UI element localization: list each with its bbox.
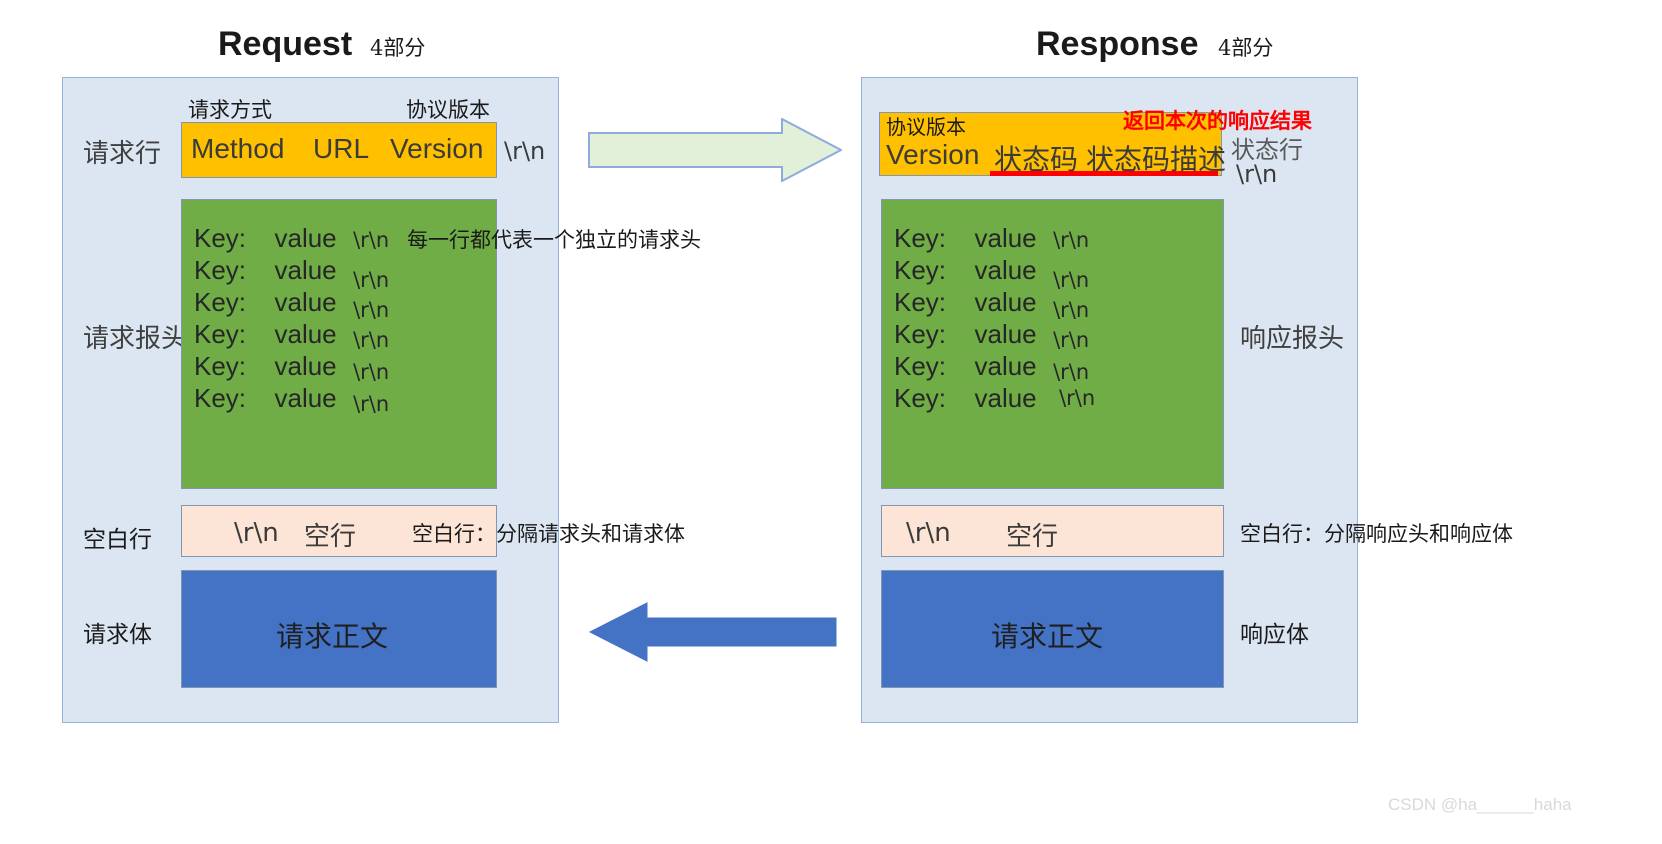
response-header-key: Key: [894, 287, 947, 317]
response-body-side-label: 响应体 [1240, 622, 1309, 648]
request-header-value: value [274, 319, 337, 349]
response-header-value: value [974, 287, 1037, 317]
response-blank-text: 空行 [1006, 522, 1059, 552]
request-headers-note: 每一行都代表一个独立的请求头 [407, 228, 701, 252]
request-header-value: value [274, 351, 337, 381]
request-header-value: value [274, 223, 337, 253]
csdn-watermark: CSDN @ha______haha [1388, 795, 1572, 814]
request-section-label-headers: 请求报头 [83, 324, 188, 354]
response-headers-side-label: 响应报头 [1240, 324, 1345, 354]
response-header-key: Key: [894, 223, 947, 253]
response-header-value: value [974, 319, 1037, 349]
request-body-text: 请求正文 [276, 620, 389, 653]
request-header-key: Key: [194, 351, 247, 381]
request-header-value: value [274, 287, 337, 317]
response-header-crlf: \r\n [1059, 386, 1096, 410]
response-blank-crlf: \r\n [906, 518, 951, 548]
response-header-key: Key: [894, 319, 947, 349]
request-header-crlf: \r\n [353, 360, 390, 384]
response-header-key: Key: [894, 383, 947, 413]
response-title: Response [1036, 25, 1199, 63]
response-header-value: value [974, 255, 1037, 285]
request-section-label-blank: 空白行 [83, 527, 152, 553]
request-header-key: Key: [194, 287, 247, 317]
request-blank-note: 空白行：分隔请求头和请求体 [412, 522, 685, 546]
response-header-value: value [974, 383, 1037, 413]
request-header-key: Key: [194, 383, 247, 413]
response-status-version: Version [886, 139, 980, 170]
request-line-version: Version [390, 133, 484, 164]
response-header-crlf: \r\n [1053, 228, 1090, 252]
response-body-text: 请求正文 [991, 620, 1104, 653]
request-flow-arrow-icon [588, 118, 842, 182]
request-title-note: 4部分 [370, 36, 426, 60]
request-header-crlf: \r\n [353, 328, 390, 352]
request-line-method-label: 请求方式 [188, 98, 272, 122]
request-section-label-body: 请求体 [83, 622, 152, 648]
response-status-underline [990, 171, 1218, 176]
request-blank-text: 空行 [304, 522, 357, 552]
request-header-crlf: \r\n [353, 228, 390, 252]
request-title: Request [218, 25, 353, 63]
request-header-key: Key: [194, 319, 247, 349]
request-line-method: Method [191, 133, 285, 164]
request-header-value: value [274, 255, 337, 285]
response-status-version-label: 协议版本 [886, 115, 966, 139]
response-blank-note: 空白行：分隔响应头和响应体 [1240, 522, 1513, 546]
response-header-key: Key: [894, 351, 947, 381]
response-header-value: value [974, 223, 1037, 253]
request-section-label-line: 请求行 [83, 139, 162, 169]
request-header-key: Key: [194, 223, 247, 253]
request-header-key: Key: [194, 255, 247, 285]
response-header-value: value [974, 351, 1037, 381]
response-title-note: 4部分 [1218, 36, 1274, 60]
request-line-crlf: \r\n [504, 137, 546, 165]
request-header-crlf: \r\n [353, 392, 390, 416]
response-status-crlf: \r\n [1236, 160, 1278, 188]
request-line-url: URL [313, 133, 370, 164]
response-header-crlf: \r\n [1053, 360, 1090, 384]
diagram-canvas: Request 4部分 请求行 请求报头 空白行 请求体 请求方式 协议版本 M… [0, 0, 1662, 844]
request-blank-crlf: \r\n [234, 518, 279, 548]
response-header-crlf: \r\n [1053, 328, 1090, 352]
response-headers-block: Key: value \r\n Key: value \r\n Key: val… [881, 199, 1224, 489]
response-header-key: Key: [894, 255, 947, 285]
request-header-value: value [274, 383, 337, 413]
response-flow-arrow-icon [589, 602, 837, 662]
request-line-version-label: 协议版本 [406, 98, 490, 122]
